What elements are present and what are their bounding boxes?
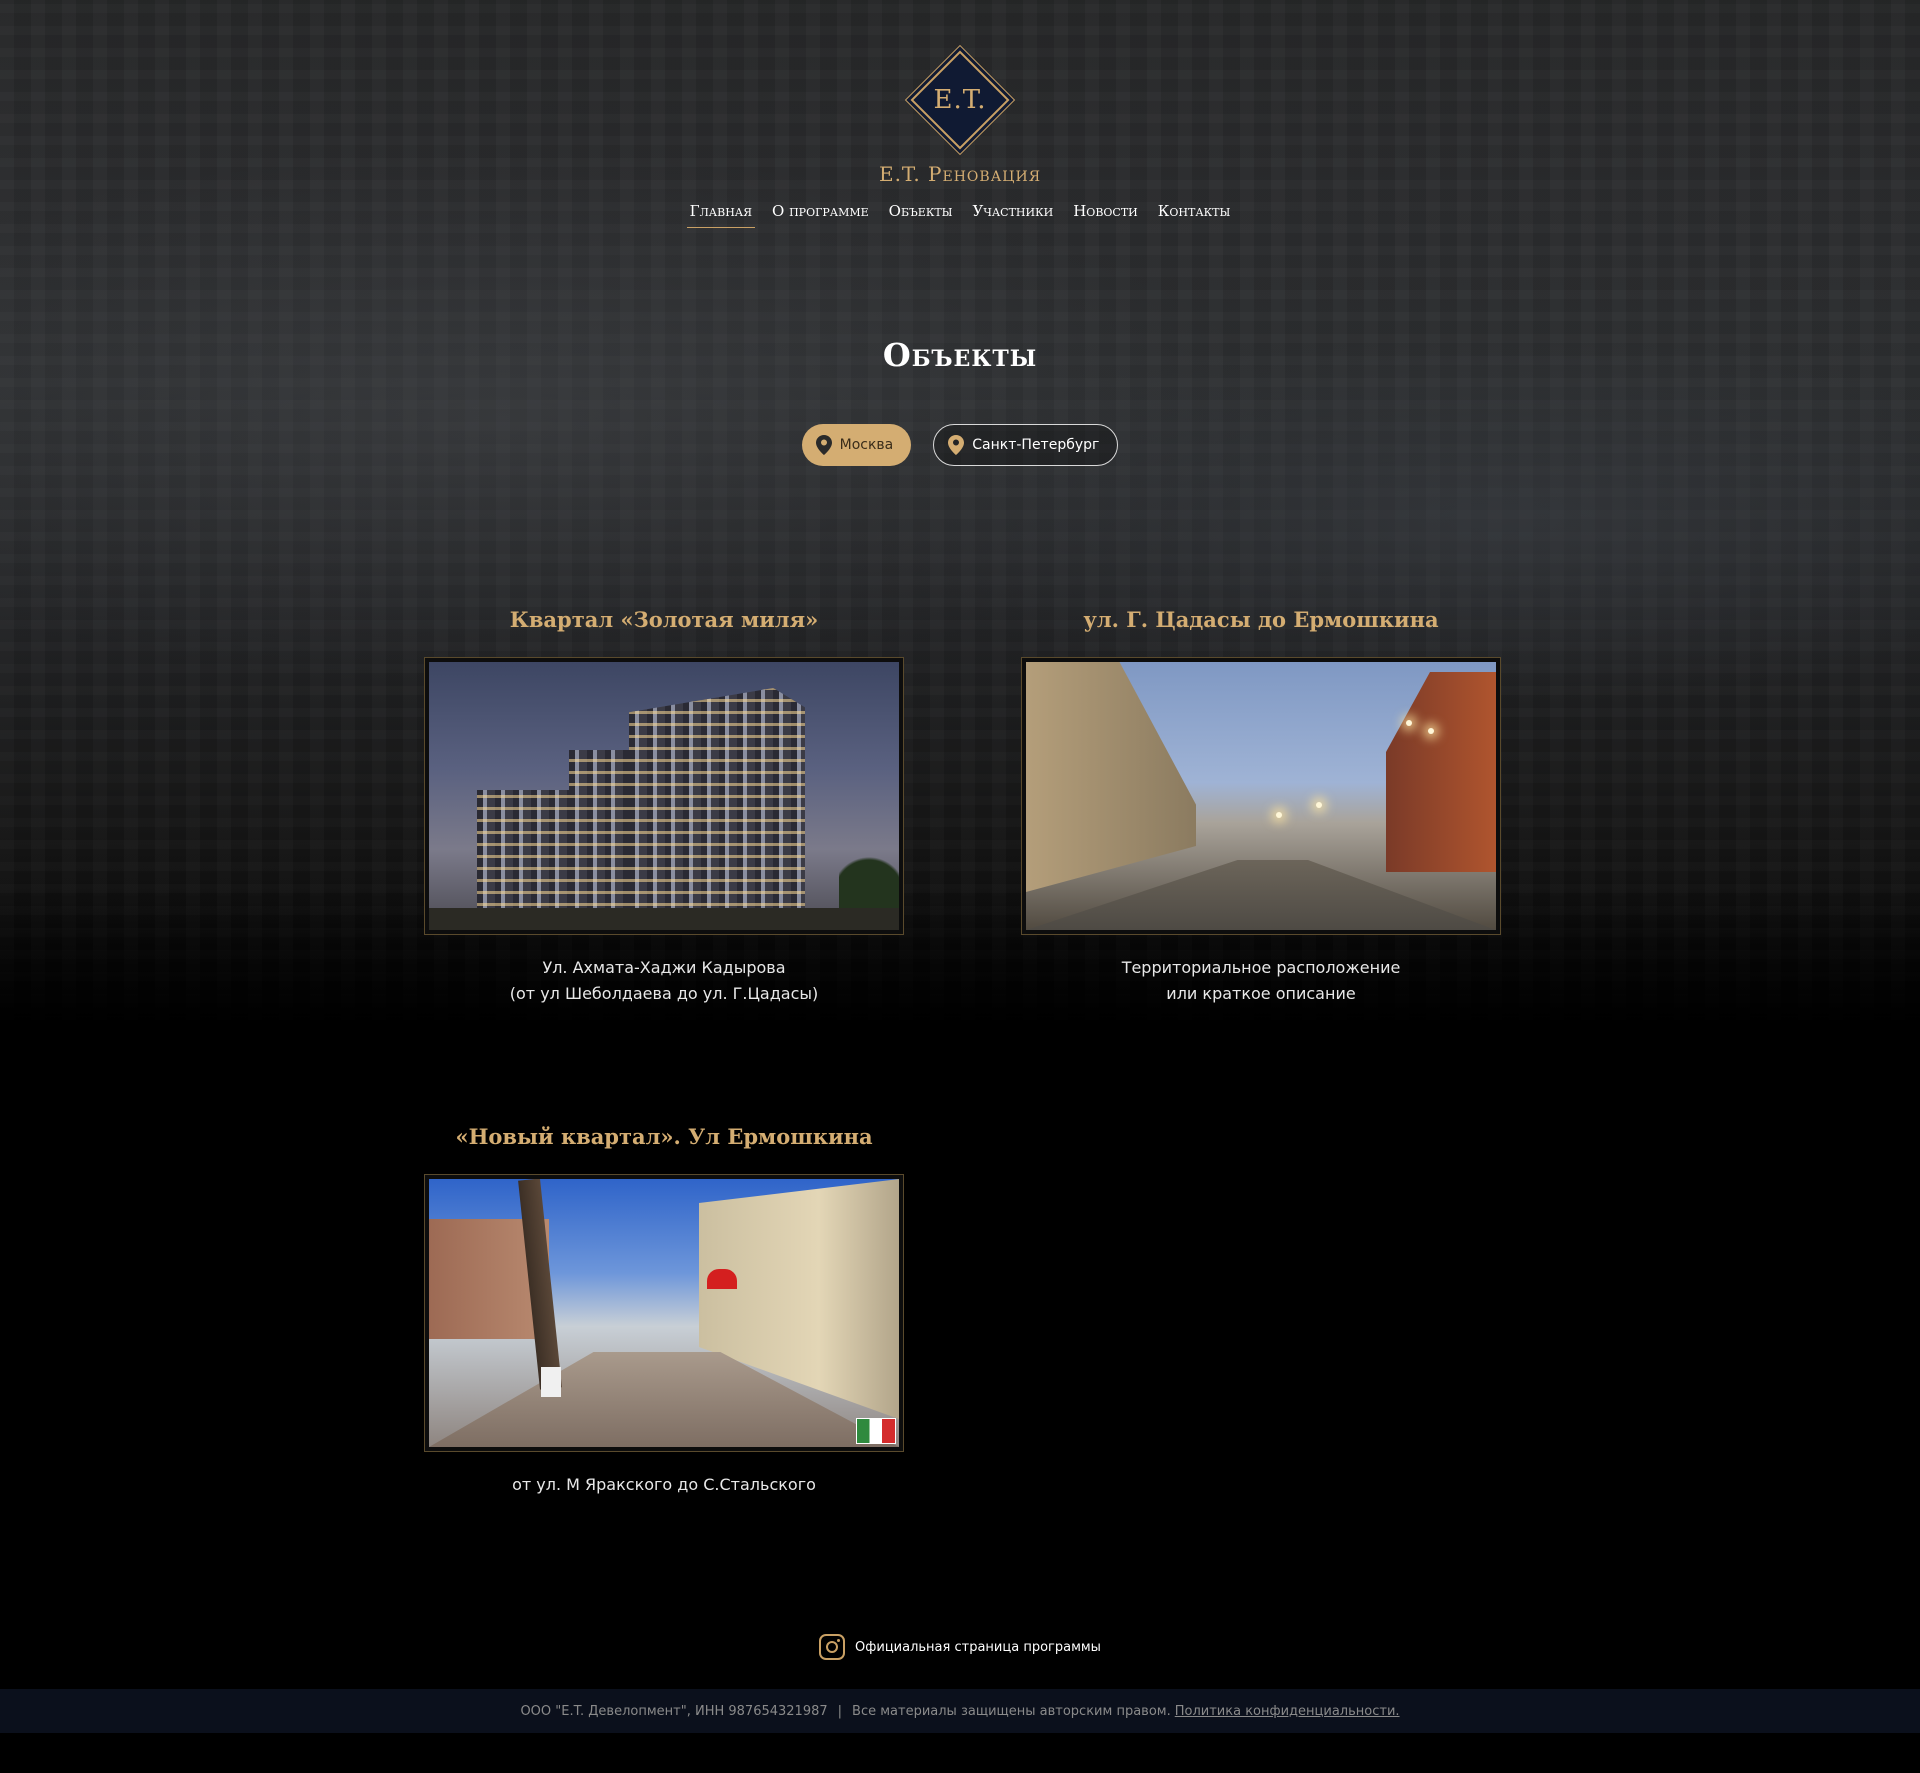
- object-image-frame[interactable]: [424, 657, 904, 935]
- object-description: от ул. М Яракского до С.Стальского: [424, 1472, 904, 1498]
- object-card[interactable]: Квартал «Золотая миля» Ул. Ахмата-Хаджи …: [424, 605, 904, 1007]
- logo-text: E.T.: [933, 85, 987, 115]
- building-shape: [1386, 672, 1496, 872]
- object-image: [1026, 662, 1496, 930]
- page-title: Объекты: [882, 336, 1038, 374]
- filter-spb-label: Санкт-Петербург: [972, 437, 1100, 453]
- map-pin-icon: [815, 435, 832, 455]
- filter-moscow-button[interactable]: Москва: [801, 424, 912, 466]
- street-lamp-shape: [1276, 812, 1282, 818]
- object-desc-line: от ул. М Яракского до С.Стальского: [512, 1475, 816, 1494]
- tree-base-shape: [541, 1367, 561, 1397]
- footer-company: ООО "E.T. Девелопмент", ИНН 987654321987: [520, 1703, 828, 1719]
- street-lamp-shape: [1406, 720, 1412, 726]
- filter-moscow-label: Москва: [839, 437, 894, 453]
- object-title[interactable]: «Новый квартал». Ул Ермошкина: [424, 1122, 904, 1152]
- object-description: Территориальное расположение или краткое…: [1021, 955, 1501, 1007]
- logo[interactable]: E.T.: [910, 50, 1010, 150]
- nav-item-participants[interactable]: Участники: [970, 200, 1057, 228]
- filter-spb-button[interactable]: Санкт-Петербург: [933, 424, 1119, 466]
- nav-item-objects[interactable]: Объекты: [886, 200, 956, 228]
- brand-name: E.T. Реновация: [878, 162, 1042, 186]
- street-lamp-shape: [1428, 728, 1434, 734]
- ground-shape: [429, 908, 899, 930]
- object-description: Ул. Ахмата-Хаджи Кадырова (от ул Шеболда…: [424, 955, 904, 1007]
- city-filters: Москва Санкт-Петербург: [0, 424, 1920, 466]
- object-title[interactable]: ул. Г. Цадасы до Ермошкина: [1021, 605, 1501, 635]
- object-desc-line: или краткое описание: [1166, 984, 1356, 1003]
- social-link-label[interactable]: Официальная страница программы: [855, 1640, 1101, 1655]
- watermark-logo-icon: [856, 1418, 896, 1444]
- street-lamp-shape: [1316, 802, 1322, 808]
- nav-item-home[interactable]: Главная: [686, 200, 756, 228]
- object-desc-line: Ул. Ахмата-Хаджи Кадырова: [542, 958, 786, 977]
- nav-item-news[interactable]: Новости: [1070, 200, 1141, 228]
- object-title[interactable]: Квартал «Золотая миля»: [424, 605, 904, 635]
- object-image: [429, 1179, 899, 1447]
- social-link[interactable]: Официальная страница программы: [0, 1634, 1920, 1660]
- object-desc-line: (от ул Шеболдаева до ул. Г.Цадасы): [509, 984, 819, 1003]
- building-shape: [1026, 662, 1196, 892]
- footer-separator: |: [837, 1703, 843, 1719]
- object-desc-line: Территориальное расположение: [1121, 958, 1401, 977]
- object-image-frame[interactable]: [424, 1174, 904, 1452]
- nav-item-contacts[interactable]: Контакты: [1155, 200, 1234, 228]
- map-pin-icon: [948, 435, 965, 455]
- instagram-icon[interactable]: [819, 1634, 846, 1660]
- object-image-frame[interactable]: [1021, 657, 1501, 935]
- object-card[interactable]: ул. Г. Цадасы до Ермошкина Территориальн…: [1021, 605, 1501, 1007]
- nav-item-about[interactable]: О программе: [769, 200, 872, 228]
- building-shape: [629, 688, 805, 930]
- awning-shape: [707, 1269, 737, 1289]
- main-nav: Главная О программе Объекты Участники Но…: [0, 200, 1920, 228]
- object-card[interactable]: «Новый квартал». Ул Ермошкина от ул. М Я…: [424, 1122, 904, 1498]
- privacy-policy-link[interactable]: Политика конфиденциальности.: [1175, 1704, 1400, 1719]
- object-image: [429, 662, 899, 930]
- footer-rights: Все материалы защищены авторским правом.: [852, 1703, 1171, 1719]
- page: E.T. E.T. Реновация Главная О программе …: [0, 0, 1920, 1773]
- footer-bar: ООО "E.T. Девелопмент", ИНН 987654321987…: [0, 1689, 1920, 1733]
